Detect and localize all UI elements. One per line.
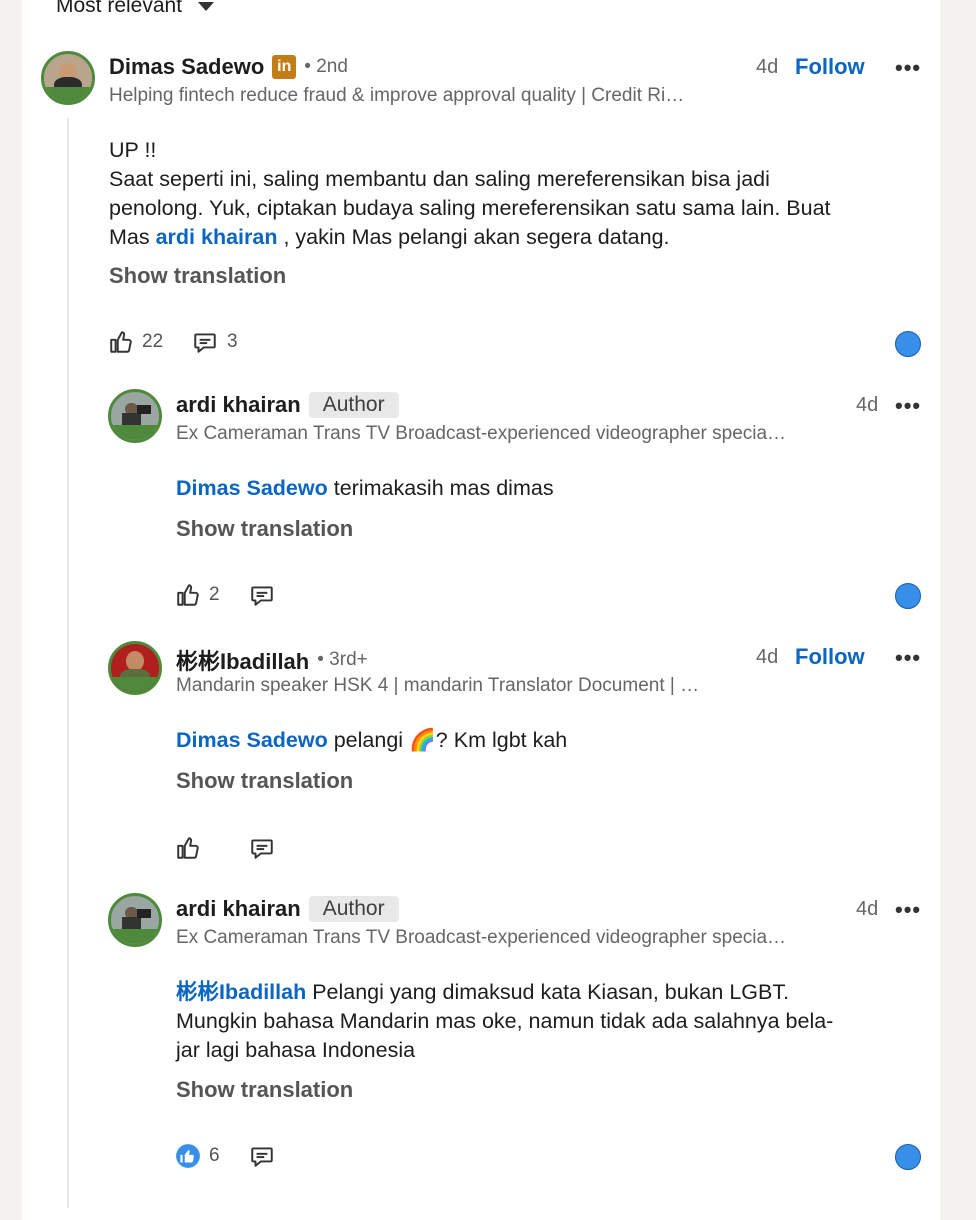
comment-body: Dimas Sadewo pelangi 🌈? Km lgbt kah xyxy=(176,726,916,755)
reply-count: 3 xyxy=(227,331,238,352)
reply-button[interactable] xyxy=(248,1143,276,1169)
mention-link[interactable]: ardi khairan xyxy=(156,225,278,249)
author-link[interactable]: 彬彬Ibadillah xyxy=(176,644,309,676)
text: pelangi 🌈? Km lgbt kah xyxy=(327,728,568,752)
comment-line: UP !! xyxy=(109,138,157,162)
text: , yakin Mas pelangi akan segera datang. xyxy=(277,225,670,249)
like-count: 2 xyxy=(209,584,220,605)
like-button[interactable]: 2 xyxy=(175,582,220,608)
commenter-headline: Ex Cameraman Trans TV Broadcast-experien… xyxy=(176,927,787,948)
thumbs-up-icon xyxy=(177,584,199,606)
author-link[interactable]: Dimas Sadewo xyxy=(109,54,264,80)
comment-body: Dimas Sadewo terimakasih mas dimas xyxy=(176,474,916,503)
chevron-down-icon xyxy=(198,1,215,11)
mention-link[interactable]: Dimas Sadewo xyxy=(176,476,328,500)
like-button[interactable] xyxy=(175,835,201,861)
author-link[interactable]: ardi khairan xyxy=(176,896,301,922)
comment-line: 彬彬Ibadillah Pelangi yang dimaksud kata K… xyxy=(176,978,936,1007)
more-options-icon[interactable]: ••• xyxy=(895,645,921,671)
comment-time: 4d xyxy=(856,898,879,920)
commenter-headline: Helping fintech reduce fraud & improve a… xyxy=(109,85,685,106)
reply-button[interactable] xyxy=(248,835,276,861)
follow-button[interactable]: Follow xyxy=(795,54,865,80)
commenter-name[interactable]: Dimas Sadewo in • 2nd xyxy=(109,54,348,80)
thumbs-up-icon xyxy=(110,331,132,353)
sort-dropdown[interactable]: Most relevant xyxy=(56,0,215,18)
reply-button[interactable]: 3 xyxy=(191,329,238,355)
connection-degree: • 3rd+ xyxy=(317,649,368,670)
author-link[interactable]: ardi khairan xyxy=(176,392,301,418)
like-button[interactable]: 6 xyxy=(175,1143,220,1169)
avatar[interactable] xyxy=(108,641,162,695)
comment-body: UP !! Saat seperti ini, saling membantu … xyxy=(109,136,929,252)
text: terimakasih mas dimas xyxy=(327,476,554,500)
reaction-like-icon xyxy=(895,331,921,357)
comment-body: 彬彬Ibadillah Pelangi yang dimaksud kata K… xyxy=(176,978,936,1065)
show-translation-button[interactable]: Show translation xyxy=(176,1077,353,1103)
commenter-headline: Mandarin speaker HSK 4 | mandarin Transl… xyxy=(176,675,700,696)
comment-time: 4d xyxy=(756,646,779,668)
mention-link[interactable]: Dimas Sadewo xyxy=(176,728,328,752)
comment-time: 4d xyxy=(756,56,779,78)
linkedin-premium-icon: in xyxy=(272,55,297,79)
commenter-name[interactable]: ardi khairan Author xyxy=(176,896,399,922)
more-options-icon[interactable]: ••• xyxy=(895,55,921,81)
commenter-name[interactable]: 彬彬Ibadillah • 3rd+ xyxy=(176,644,368,676)
avatar[interactable] xyxy=(41,51,95,105)
reaction-like-icon xyxy=(895,583,921,609)
follow-button[interactable]: Follow xyxy=(795,644,865,670)
text: Pelangi yang dimaksud kata Kiasan, bukan… xyxy=(306,980,790,1004)
comment-line: jar lagi bahasa Indonesia xyxy=(176,1038,416,1062)
show-translation-button[interactable]: Show translation xyxy=(176,768,353,794)
author-badge: Author xyxy=(308,392,399,418)
more-options-icon[interactable]: ••• xyxy=(895,897,921,923)
comment-icon xyxy=(251,839,273,859)
thumbs-up-filled-icon xyxy=(176,1144,200,1168)
show-translation-button[interactable]: Show translation xyxy=(176,516,353,542)
like-count: 22 xyxy=(142,331,164,352)
avatar[interactable] xyxy=(108,389,162,443)
thread-line xyxy=(67,118,69,1208)
reaction-like-icon xyxy=(895,1144,921,1170)
comment-line: penolong. Yuk, ciptakan budaya saling me… xyxy=(109,196,831,220)
commenter-name[interactable]: ardi khairan Author xyxy=(176,392,399,418)
like-button[interactable]: 22 xyxy=(108,329,163,355)
mention-link[interactable]: 彬彬Ibadillah xyxy=(176,980,306,1004)
comment-icon xyxy=(251,1147,273,1167)
author-badge: Author xyxy=(308,896,399,922)
comment-line: Mas ardi khairan , yakin Mas pelangi aka… xyxy=(109,223,929,252)
comment-icon xyxy=(251,586,273,606)
avatar[interactable] xyxy=(108,893,162,947)
comment-time: 4d xyxy=(856,394,879,416)
sort-label: Most relevant xyxy=(56,0,183,17)
commenter-headline: Ex Cameraman Trans TV Broadcast-experien… xyxy=(176,423,787,444)
more-options-icon[interactable]: ••• xyxy=(895,393,921,419)
like-count: 6 xyxy=(209,1145,220,1166)
connection-degree: • 2nd xyxy=(304,56,348,77)
text: Mas xyxy=(109,225,156,249)
thumbs-up-icon xyxy=(177,837,199,859)
reply-button[interactable] xyxy=(248,582,276,608)
comment-line: Mungkin bahasa Mandarin mas oke, namun t… xyxy=(176,1009,834,1033)
show-translation-button[interactable]: Show translation xyxy=(109,263,286,289)
comment-line: Saat seperti ini, saling membantu dan sa… xyxy=(109,167,770,191)
comment-icon xyxy=(194,333,216,353)
